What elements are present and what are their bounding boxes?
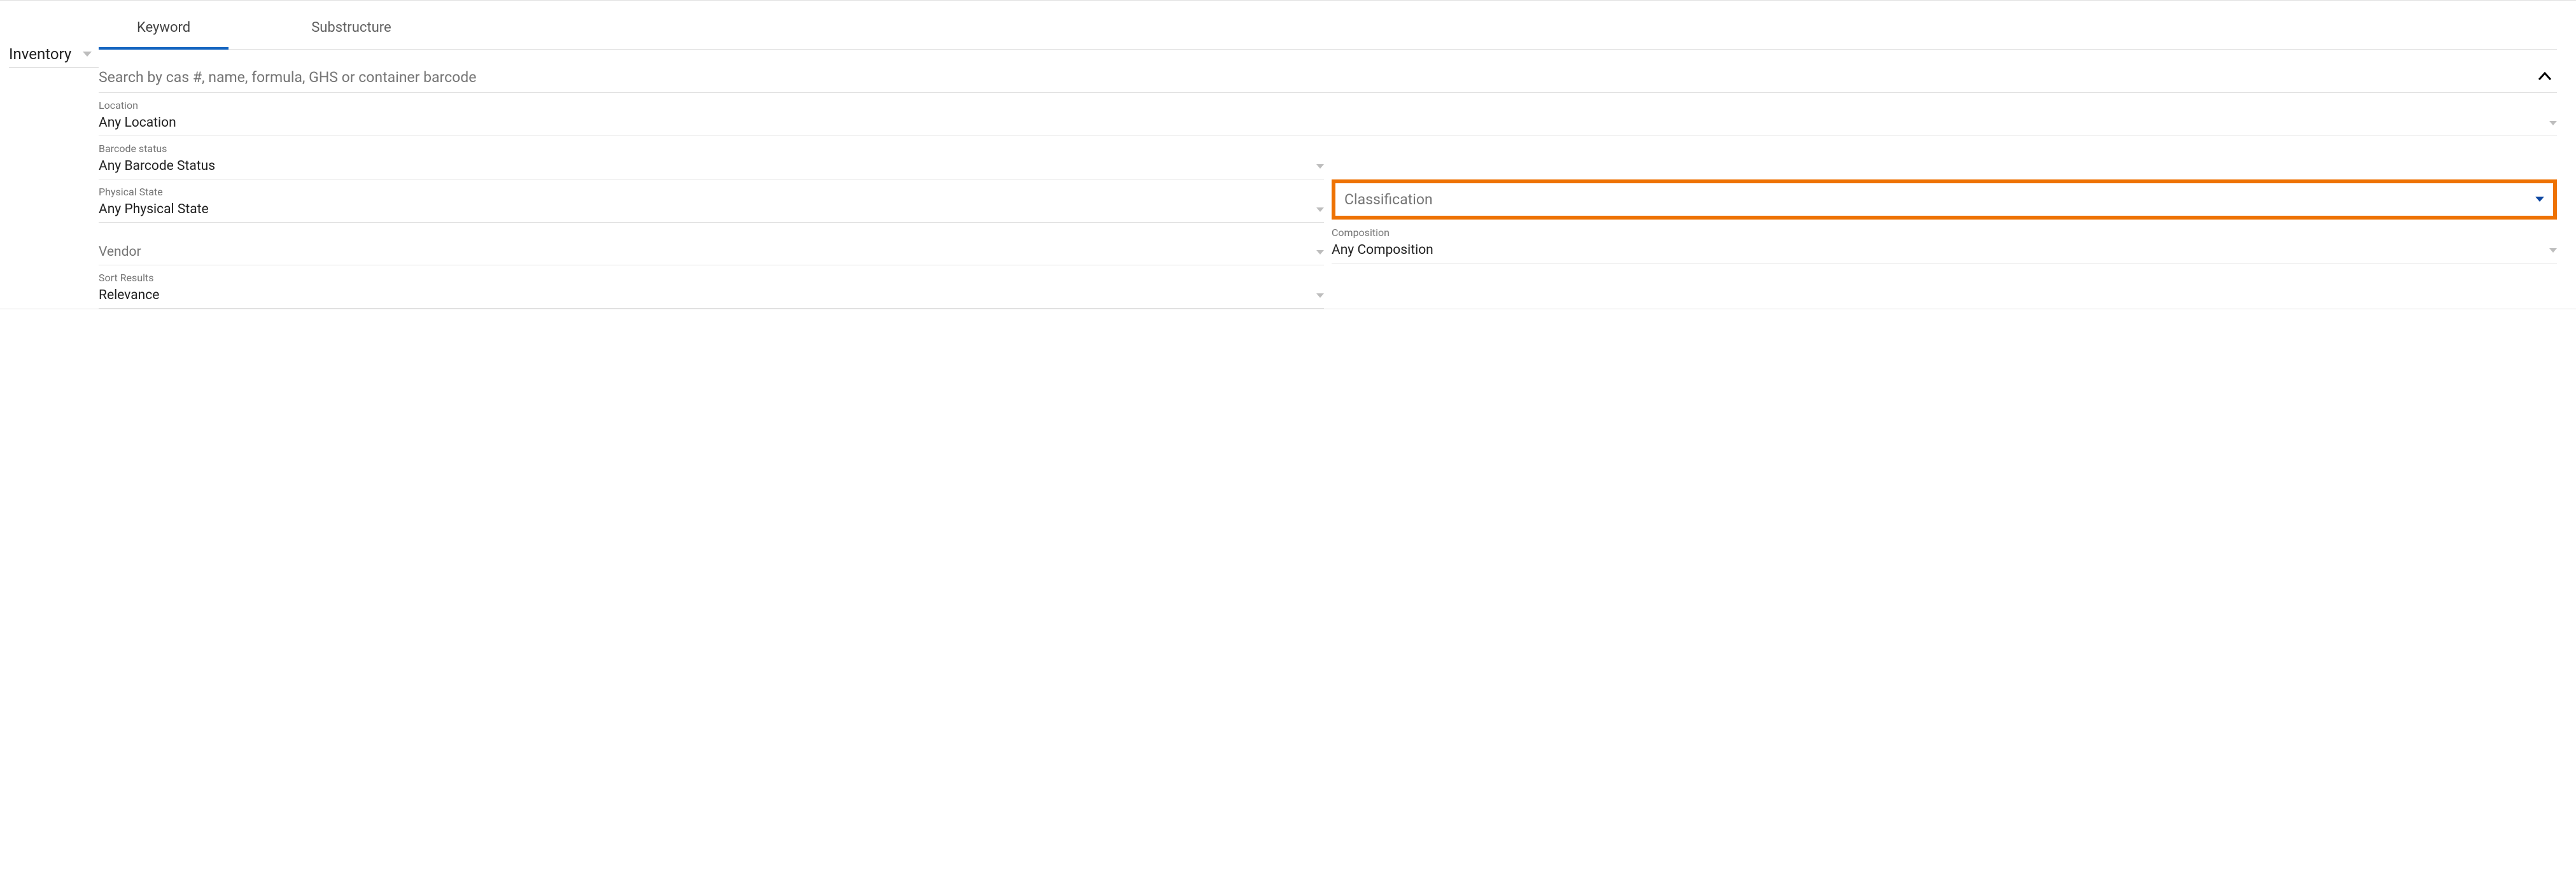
tab-keyword[interactable]: Keyword (99, 1, 229, 50)
chevron-down-icon (1316, 160, 1324, 172)
classification-field[interactable]: Classification (1332, 179, 2557, 220)
scope-label: Inventory (9, 45, 71, 63)
composition-value: Any Composition (1332, 240, 2544, 260)
sort-results-value: Relevance (99, 285, 1311, 305)
vendor-placeholder: Vendor (99, 242, 1311, 262)
chevron-down-icon (2535, 193, 2544, 206)
composition-field[interactable]: Composition Any Composition (1332, 223, 2557, 263)
filters: Location Any Location Barcode status Any… (99, 93, 2557, 309)
location-label: Location (99, 93, 2557, 113)
sidebar: Inventory (0, 1, 99, 309)
chevron-up-icon (2538, 71, 2552, 83)
barcode-status-label: Barcode status (99, 136, 1324, 156)
composition-label: Composition (1332, 223, 2557, 240)
chevron-down-icon (1316, 290, 1324, 302)
sort-results-field[interactable]: Sort Results Relevance (99, 265, 1324, 309)
chevron-down-icon (2549, 244, 2557, 256)
classification-placeholder: Classification (1344, 188, 2530, 211)
main-content: Keyword Substructure Location Any Locati… (99, 1, 2576, 309)
scope-dropdown[interactable]: Inventory (9, 45, 99, 67)
collapse-button[interactable] (2533, 66, 2557, 88)
location-value: Any Location (99, 113, 2544, 133)
chevron-down-icon (2549, 117, 2557, 129)
chevron-down-icon (1316, 246, 1324, 258)
physical-state-field[interactable]: Physical State Any Physical State (99, 179, 1324, 223)
chevron-down-icon (1316, 204, 1324, 216)
chevron-down-icon (83, 48, 92, 60)
sort-results-label: Sort Results (99, 265, 1324, 285)
tabs: Keyword Substructure (99, 1, 2557, 50)
physical-state-value: Any Physical State (99, 199, 1311, 220)
barcode-status-field[interactable]: Barcode status Any Barcode Status (99, 136, 1324, 179)
barcode-status-value: Any Barcode Status (99, 156, 1311, 176)
tab-substructure-label: Substructure (311, 20, 391, 36)
tab-keyword-label: Keyword (137, 20, 190, 36)
location-field[interactable]: Location Any Location (99, 93, 2557, 136)
search-row (99, 50, 2557, 93)
vendor-field[interactable]: Vendor (99, 242, 1324, 265)
tab-substructure[interactable]: Substructure (273, 1, 429, 50)
search-input[interactable] (99, 64, 2533, 91)
physical-state-label: Physical State (99, 179, 1324, 199)
search-panel: Inventory Keyword Substructure (0, 0, 2576, 309)
